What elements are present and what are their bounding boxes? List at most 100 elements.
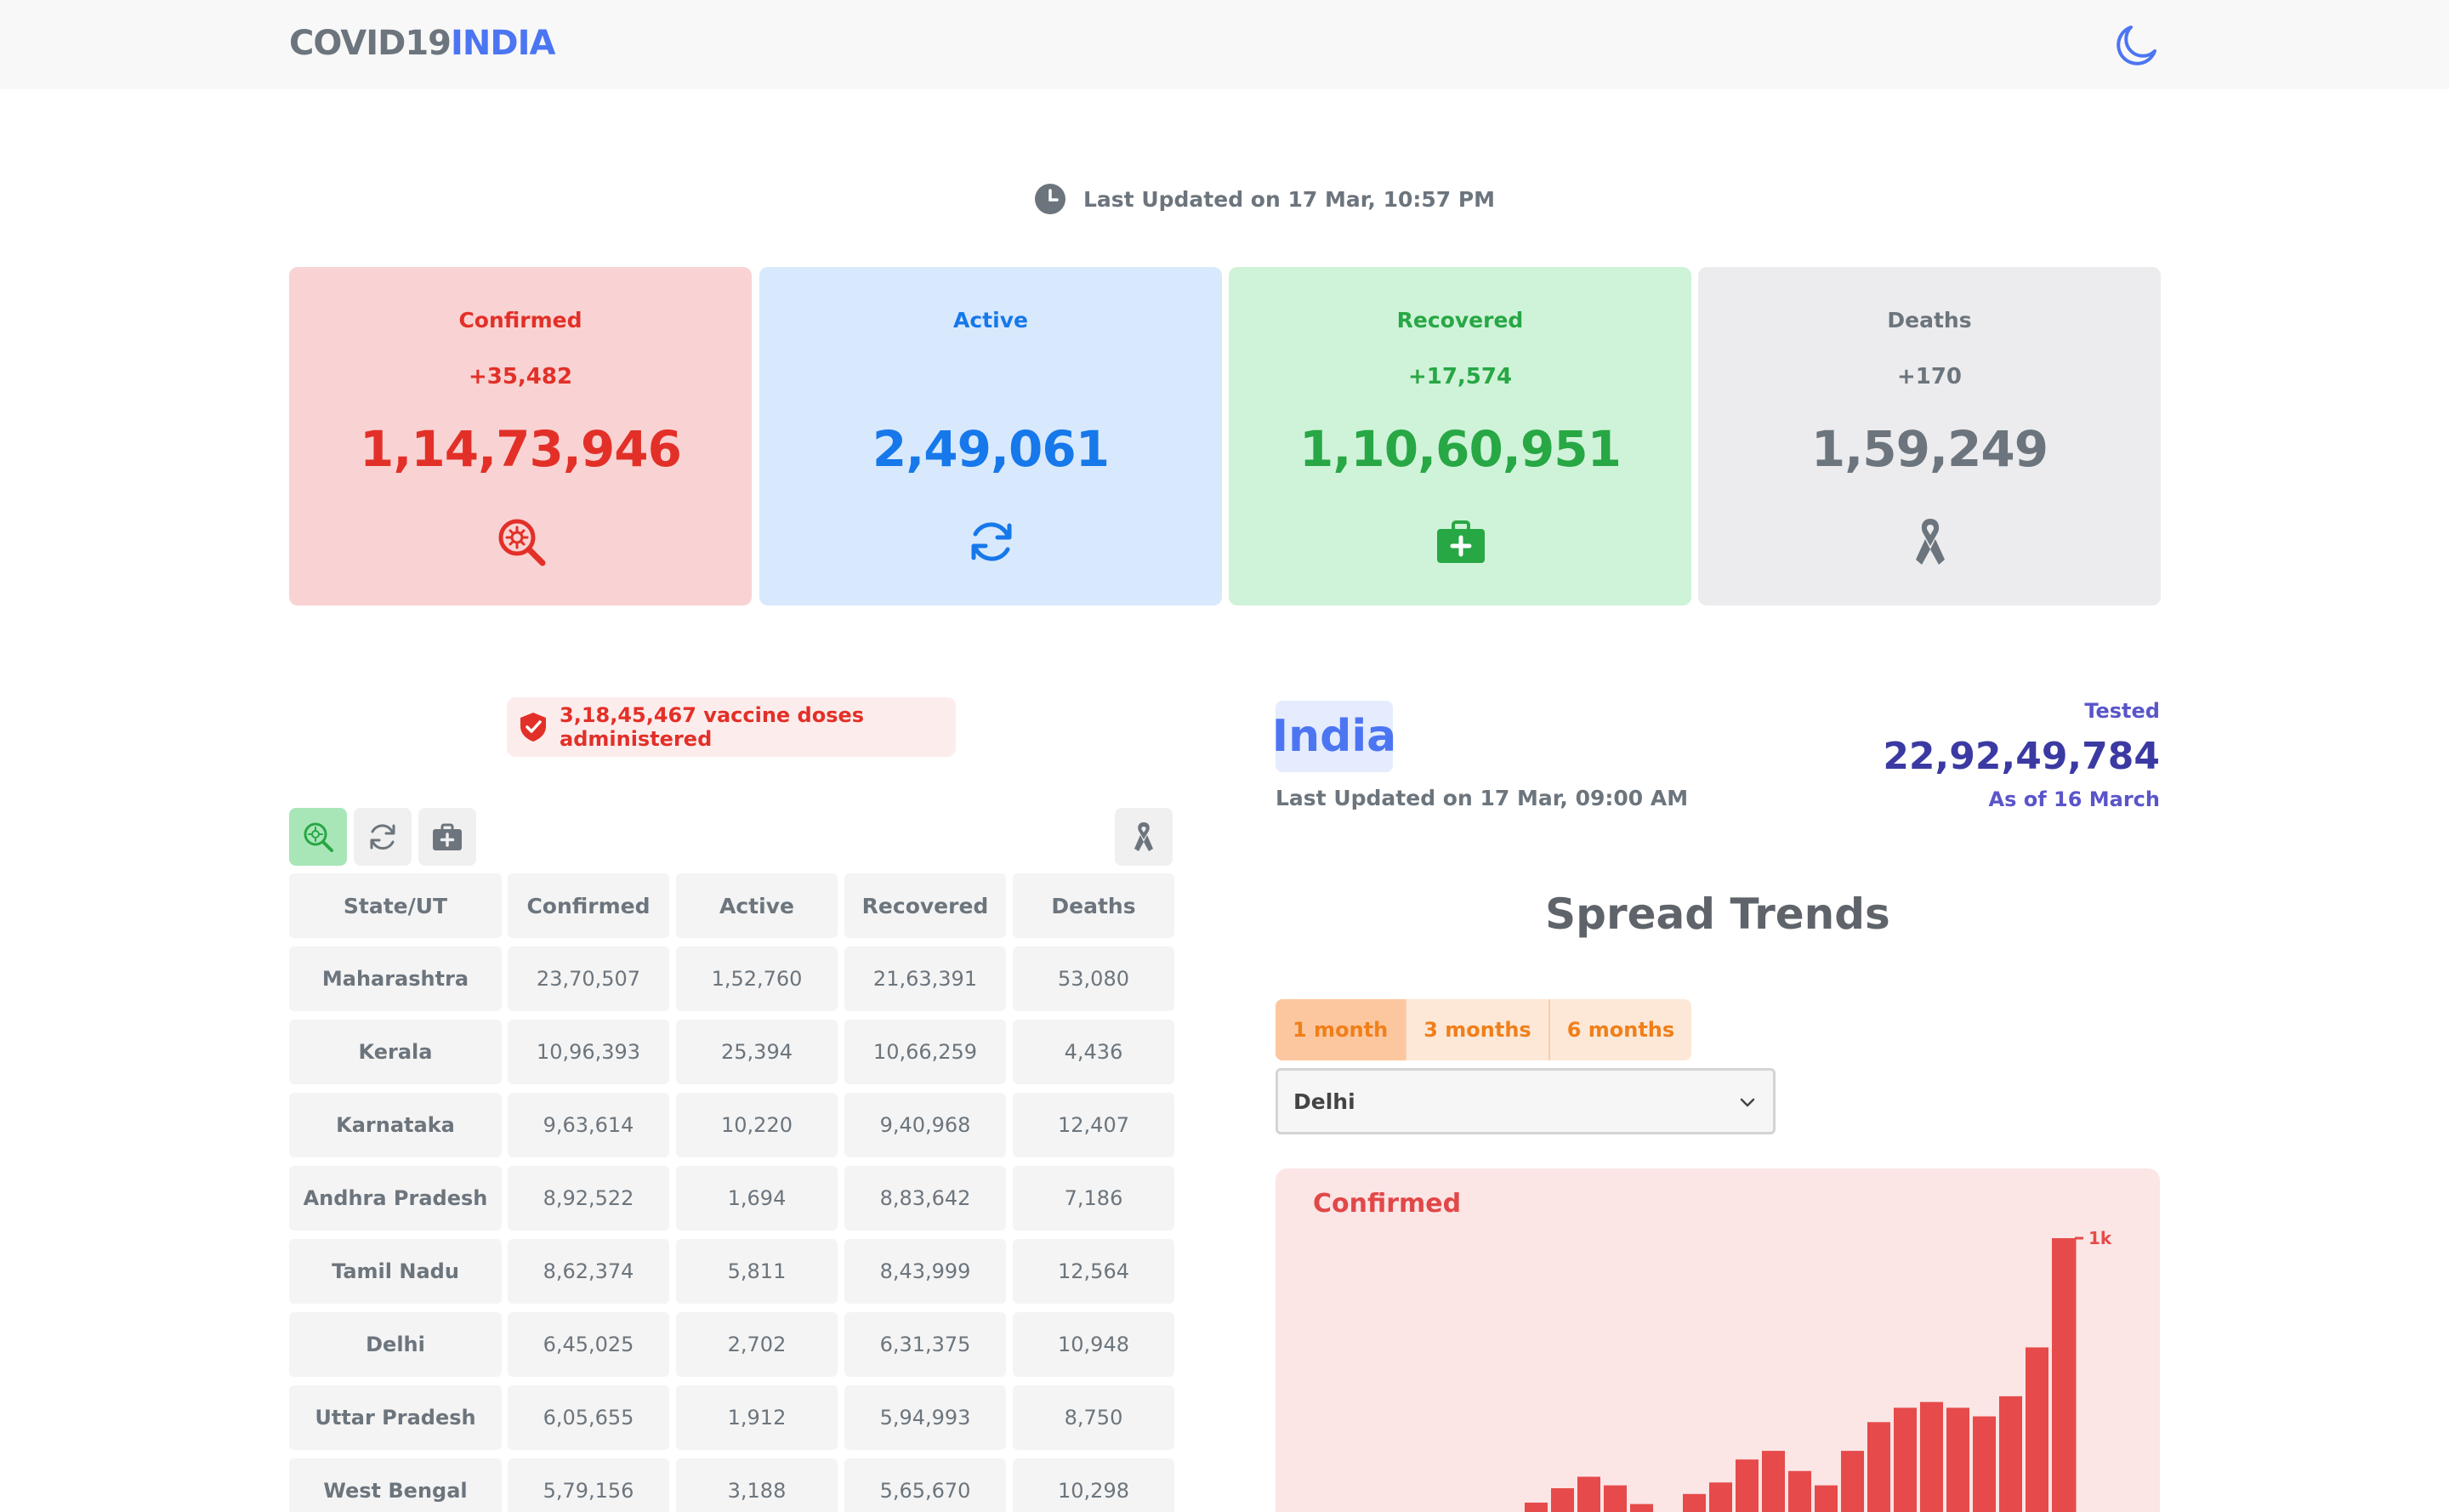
confirmed-card: Confirmed +35,482 1,14,73,946 bbox=[289, 267, 752, 605]
chart-plot: 1k bbox=[1525, 1228, 2112, 1512]
table-cell: 10,948 bbox=[1013, 1312, 1174, 1377]
country-name: India bbox=[1272, 701, 1396, 772]
confirmed-delta: +35,482 bbox=[468, 364, 573, 389]
table-cell: 8,750 bbox=[1013, 1385, 1174, 1450]
time-range-tabs: 1 month 3 months 6 months bbox=[1276, 999, 1692, 1060]
chart-bar bbox=[1841, 1451, 1864, 1512]
country-last-updated: Last Updated on 17 Mar, 09:00 AM bbox=[1276, 786, 1689, 810]
ribbon-icon bbox=[1134, 822, 1153, 851]
table-cell: 1,52,760 bbox=[676, 946, 838, 1011]
active-title: Active bbox=[953, 308, 1028, 333]
chart-bar bbox=[2026, 1347, 2048, 1512]
state-name-cell: West Bengal bbox=[289, 1458, 502, 1512]
table-cell: 10,220 bbox=[676, 1093, 838, 1157]
table-cell: 5,65,670 bbox=[844, 1458, 1006, 1512]
state-name-cell: Tamil Nadu bbox=[289, 1239, 502, 1304]
recovered-title: Recovered bbox=[1396, 308, 1524, 333]
table-cell: 53,080 bbox=[1013, 946, 1174, 1011]
medkit-icon bbox=[433, 823, 462, 850]
toggle-recovered-button[interactable] bbox=[418, 808, 476, 866]
state-name-cell: Karnataka bbox=[289, 1093, 502, 1157]
state-select[interactable]: Delhi bbox=[1276, 1068, 1776, 1134]
table-cell: 12,407 bbox=[1013, 1093, 1174, 1157]
table-cell: 23,70,507 bbox=[508, 946, 669, 1011]
medkit-icon bbox=[1437, 520, 1485, 563]
table-cell: 6,05,655 bbox=[508, 1385, 669, 1450]
deaths-title: Deaths bbox=[1887, 308, 1972, 333]
virus-search-icon bbox=[304, 822, 333, 852]
table-cell: 8,83,642 bbox=[844, 1166, 1006, 1231]
last-updated-text: Last Updated on 17 Mar, 10:57 PM bbox=[1083, 186, 1496, 212]
column-header[interactable]: Active bbox=[676, 873, 838, 938]
moon-icon[interactable] bbox=[2112, 19, 2163, 70]
table-cell: 9,63,614 bbox=[508, 1093, 669, 1157]
state-name-cell: Uttar Pradesh bbox=[289, 1385, 502, 1450]
spread-trends-title: Spread Trends bbox=[1545, 890, 1890, 939]
tab-6-months[interactable]: 6 months bbox=[1549, 999, 1692, 1060]
column-header[interactable]: Deaths bbox=[1013, 873, 1174, 938]
toggle-deaths-button[interactable] bbox=[1115, 808, 1173, 866]
brand-part-covid: COVID19 bbox=[289, 24, 452, 63]
tested-value: 22,92,49,784 bbox=[1883, 735, 2160, 778]
tested-label: Tested bbox=[2084, 699, 2160, 723]
chart-bar bbox=[1551, 1488, 1574, 1512]
brand-logo[interactable]: COVID19INDIA bbox=[289, 24, 555, 63]
toggle-active-button[interactable] bbox=[354, 808, 412, 866]
table-cell: 10,66,259 bbox=[844, 1020, 1006, 1084]
chart-bar bbox=[1525, 1502, 1548, 1512]
state-select-value: Delhi bbox=[1293, 1089, 1355, 1114]
table-cell: 6,31,375 bbox=[844, 1312, 1006, 1377]
table-cell: 3,188 bbox=[676, 1458, 838, 1512]
recovered-card: Recovered +17,574 1,10,60,951 bbox=[1229, 267, 1691, 605]
toggle-confirmed-button[interactable] bbox=[289, 808, 347, 866]
chart-bar bbox=[1630, 1503, 1653, 1512]
chart-bar bbox=[1683, 1493, 1706, 1512]
chart-bar bbox=[1788, 1470, 1811, 1512]
table-cell: 5,94,993 bbox=[844, 1385, 1006, 1450]
chart-bar bbox=[1920, 1401, 1943, 1512]
deaths-card: Deaths +170 1,59,249 bbox=[1698, 267, 2161, 605]
chart-bar bbox=[1577, 1476, 1600, 1512]
shield-check-icon bbox=[520, 713, 546, 742]
table-cell: 7,186 bbox=[1013, 1166, 1174, 1231]
table-cell: 10,298 bbox=[1013, 1458, 1174, 1512]
refresh-icon bbox=[971, 522, 1012, 561]
confirmed-total: 1,14,73,946 bbox=[360, 420, 682, 478]
state-name-cell: Kerala bbox=[289, 1020, 502, 1084]
virus-search-icon bbox=[498, 519, 546, 566]
table-cell: 1,912 bbox=[676, 1385, 838, 1450]
chart-bar bbox=[1736, 1459, 1759, 1512]
refresh-icon bbox=[370, 824, 395, 850]
chart-bar bbox=[1867, 1422, 1890, 1512]
chart-bar bbox=[2052, 1238, 2075, 1512]
table-cell: 21,63,391 bbox=[844, 946, 1006, 1011]
table-cell: 9,40,968 bbox=[844, 1093, 1006, 1157]
state-name-cell: Delhi bbox=[289, 1312, 502, 1377]
y-tick-label: 1k bbox=[2088, 1228, 2112, 1248]
confirmed-trend-chart: Confirmed 1k bbox=[1276, 1168, 2160, 1512]
column-header[interactable]: State/UT bbox=[289, 873, 502, 938]
clock-icon bbox=[1035, 184, 1065, 214]
table-cell: 8,43,999 bbox=[844, 1239, 1006, 1304]
deaths-total: 1,59,249 bbox=[1810, 420, 2048, 478]
table-cell: 10,96,393 bbox=[508, 1020, 669, 1084]
chart-bar bbox=[1709, 1482, 1732, 1512]
column-header[interactable]: Confirmed bbox=[508, 873, 669, 938]
table-cell: 6,45,025 bbox=[508, 1312, 669, 1377]
table-cell: 8,62,374 bbox=[508, 1239, 669, 1304]
column-header[interactable]: Recovered bbox=[844, 873, 1006, 938]
chart-bar bbox=[1815, 1485, 1838, 1512]
active-total: 2,49,061 bbox=[872, 420, 1110, 478]
tab-1-month[interactable]: 1 month bbox=[1276, 999, 1407, 1060]
tested-asof: As of 16 March bbox=[1988, 787, 2160, 811]
table-cell: 8,92,522 bbox=[508, 1166, 669, 1231]
table-cell: 1,694 bbox=[676, 1166, 838, 1231]
ribbon-icon bbox=[1916, 519, 1945, 565]
chart-bar bbox=[1946, 1407, 1969, 1512]
recovered-delta: +17,574 bbox=[1407, 364, 1513, 389]
table-cell: 2,702 bbox=[676, 1312, 838, 1377]
chart-bar bbox=[1762, 1451, 1785, 1512]
tab-3-months[interactable]: 3 months bbox=[1406, 999, 1550, 1060]
table-cell: 4,436 bbox=[1013, 1020, 1174, 1084]
vaccine-banner: 3,18,45,467 vaccine doses administered bbox=[507, 697, 956, 757]
